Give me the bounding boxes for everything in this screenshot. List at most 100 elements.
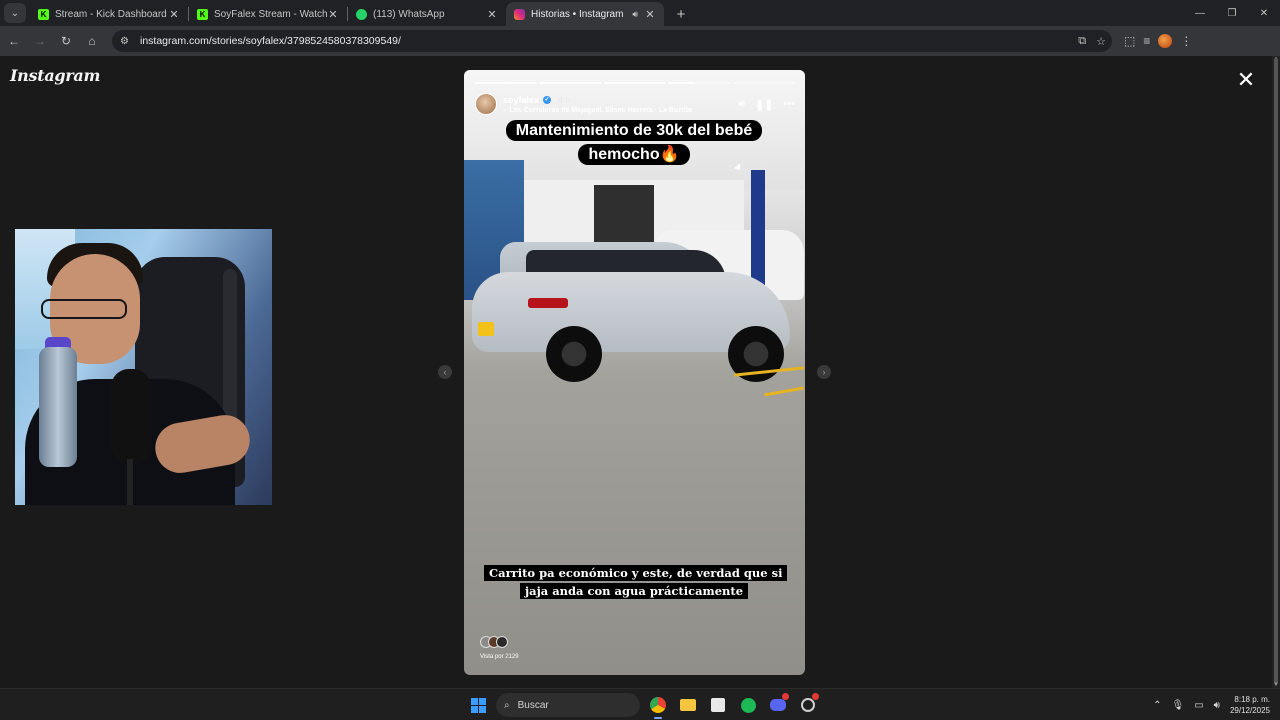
whatsapp-icon (356, 8, 367, 20)
streamer-glasses (41, 299, 127, 319)
start-button[interactable] (466, 693, 490, 717)
story-meta: soyfalex ✓ 4 h ♪ Los Corraleros de Majag… (503, 95, 692, 114)
chevron-down-icon: ⌄ (10, 7, 20, 19)
story-progress-segment (539, 82, 602, 84)
story-progress-segment (475, 82, 538, 84)
previous-story-button[interactable]: ‹ (438, 365, 452, 379)
discord-taskbar-icon[interactable] (766, 693, 790, 717)
story-username[interactable]: soyfalex (503, 95, 539, 105)
next-story-button[interactable]: › (817, 365, 831, 379)
close-tab-icon[interactable]: ✕ (327, 8, 339, 21)
spotify-taskbar-icon[interactable] (736, 693, 760, 717)
volume-icon[interactable]: 🔊︎ (738, 98, 745, 111)
close-tab-icon[interactable]: ✕ (168, 8, 180, 21)
story-author-line: soyfalex ✓ 4 h (503, 95, 692, 105)
minimize-icon[interactable]: — (1184, 0, 1216, 26)
display-icon[interactable]: ▭ (1194, 700, 1203, 711)
file-explorer-taskbar-icon[interactable] (676, 693, 700, 717)
page-scrollbar[interactable]: ▲ ▼ (1272, 56, 1280, 688)
address-bar[interactable]: ⚙ instagram.com/stories/soyfalex/3798524… (112, 30, 1112, 52)
story-header: soyfalex ✓ 4 h ♪ Los Corraleros de Majag… (475, 91, 795, 117)
tab-title: SoyFalex Stream - Watch Live o (214, 8, 327, 20)
pause-icon[interactable]: ❚❚ (755, 98, 773, 111)
car-taillight (528, 298, 568, 308)
toolbar-right: ⬚ ≡ ⋮ (1124, 34, 1192, 48)
url-text: instagram.com/stories/soyfalex/379852458… (140, 35, 401, 47)
app-taskbar-icon[interactable] (796, 693, 820, 717)
tab-whatsapp[interactable]: (113) WhatsApp ✕ (348, 2, 506, 26)
window-controls: — ❐ ✕ (1184, 0, 1280, 26)
story-progress-bar (475, 82, 796, 84)
story-author-avatar[interactable] (475, 93, 497, 115)
store-taskbar-icon[interactable] (706, 693, 730, 717)
chevron-up-icon[interactable]: ⌃ (1153, 700, 1161, 711)
microphone-icon[interactable]: 🎙︎ (1171, 700, 1184, 711)
install-app-icon[interactable]: ⧉ (1078, 35, 1086, 48)
story-progress-fill (668, 82, 694, 84)
close-story-viewer-icon[interactable]: ✕ (1236, 69, 1256, 91)
back-button[interactable]: ← (2, 29, 26, 53)
taskbar-search[interactable]: ⌕ Buscar (496, 693, 640, 717)
car-rear-wheel (546, 326, 602, 382)
notification-badge (782, 693, 789, 700)
site-info-icon[interactable]: ⚙ (120, 36, 134, 47)
arrow-left-icon: ← (8, 34, 20, 48)
story-view-count[interactable]: Vista por 2129 (480, 654, 519, 660)
story-progress-segment (603, 82, 667, 84)
viewer-avatar (496, 636, 508, 648)
close-tab-icon[interactable]: ✕ (644, 8, 656, 21)
tab-title: Stream - Kick Dashboard (55, 8, 167, 20)
story-caption-bottom: Carrito pa económico y este, de verdad q… (484, 564, 788, 600)
instagram-logo[interactable]: Instagram (10, 66, 100, 85)
taskbar-clock[interactable]: 8:18 p. m. 29/12/2025 (1230, 694, 1270, 716)
clock-date: 29/12/2025 (1229, 706, 1270, 715)
story-viewers-avatars[interactable] (480, 636, 508, 648)
close-tab-icon[interactable]: ✕ (486, 8, 498, 21)
tab-search-button[interactable]: ⌄ (4, 3, 26, 23)
water-bottle (39, 347, 77, 467)
tab-instagram-stories[interactable]: Historias • Instagram 🔊︎ ✕ (506, 2, 664, 26)
webcam-overlay (15, 229, 272, 505)
clock-time: 8:18 p. m. (1234, 695, 1270, 704)
tab-title: Historias • Instagram (531, 8, 624, 20)
active-app-indicator (654, 717, 662, 719)
microphone-stand (127, 459, 133, 505)
story-time: 4 h (558, 94, 571, 105)
scrollbar-thumb[interactable] (1274, 58, 1278, 684)
story-image-silver-car (472, 242, 790, 382)
story-music-line[interactable]: ♪ Los Corraleros de Majagual, Eliseo Her… (503, 107, 692, 114)
close-window-icon[interactable]: ✕ (1248, 0, 1280, 26)
address-bar-actions: ⧉ ☆ (1078, 35, 1112, 48)
more-options-icon[interactable]: ••• (783, 98, 795, 110)
new-tab-button[interactable]: + (670, 3, 692, 25)
folder-icon (680, 699, 696, 711)
store-bag-icon (711, 698, 725, 712)
restore-icon[interactable]: ❐ (1216, 0, 1248, 26)
menu-kebab-icon[interactable]: ⋮ (1180, 34, 1192, 48)
tab-soyfalex-stream[interactable]: K SoyFalex Stream - Watch Live o ✕ (189, 2, 347, 26)
story-caption-bottom-text: Carrito pa económico y este, de verdad q… (484, 565, 788, 599)
story-card[interactable]: soyfalex ✓ 4 h ♪ Los Corraleros de Majag… (464, 70, 805, 675)
browser-toolbar: ← → ↻ ⌂ ⚙ instagram.com/stories/soyfalex… (0, 26, 1280, 56)
taskbar-apps: ⌕ Buscar (466, 693, 820, 719)
forward-button[interactable]: → (28, 29, 52, 53)
bookmark-star-icon[interactable]: ☆ (1096, 35, 1106, 48)
chrome-taskbar-icon[interactable] (646, 693, 670, 719)
profile-avatar[interactable] (1158, 34, 1173, 48)
kick-icon: K (38, 8, 49, 20)
story-progress-segment (732, 82, 796, 84)
home-button[interactable]: ⌂ (80, 29, 104, 53)
speaker-icon[interactable]: 🔊︎ (1214, 700, 1220, 711)
discord-icon (770, 699, 786, 711)
story-progress-fill (539, 82, 602, 84)
verified-badge-icon: ✓ (543, 95, 552, 104)
reload-button[interactable]: ↻ (54, 29, 78, 53)
windows-taskbar: ⌕ Buscar ⌃ 🎙︎ ▭ 🔊︎ 8:18 p. m. 29/12/2025 (0, 688, 1280, 720)
media-controls-icon[interactable]: ≡ (1143, 34, 1150, 48)
extensions-icon[interactable]: ⬚ (1124, 34, 1135, 48)
spotify-icon (740, 697, 756, 713)
speaker-icon[interactable]: 🔊︎ (632, 9, 638, 20)
taskbar-search-placeholder: Buscar (517, 699, 549, 711)
instagram-icon (514, 8, 525, 20)
tab-kick-dashboard[interactable]: K Stream - Kick Dashboard ✕ (30, 2, 188, 26)
